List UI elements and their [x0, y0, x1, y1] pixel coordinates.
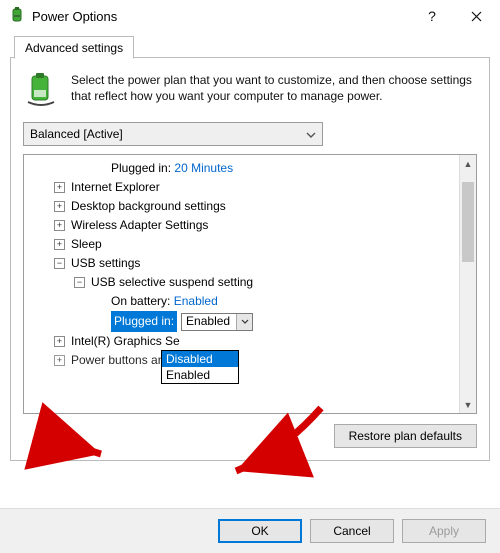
plugged-in-dropdown[interactable]: Disabled Enabled [161, 350, 239, 384]
chevron-down-icon[interactable] [236, 314, 252, 330]
dropdown-option-enabled[interactable]: Enabled [162, 367, 238, 383]
window-title: Power Options [32, 9, 410, 24]
tree-truncated-top: + Plugged in: 20 Minutes [24, 159, 459, 178]
tree-item-power-buttons[interactable]: + Power buttons and [24, 351, 459, 370]
power-plan-icon [23, 72, 59, 108]
tree-item-usb-settings[interactable]: − USB settings [24, 254, 459, 273]
tree-item-plugged-in[interactable]: + Plugged in: Enabled [24, 311, 459, 332]
tree-item-desktop-background[interactable]: + Desktop background settings [24, 197, 459, 216]
collapse-icon[interactable]: − [54, 258, 65, 269]
tree-scrollbar[interactable]: ▲ ▼ [459, 155, 476, 413]
scroll-down-icon[interactable]: ▼ [460, 396, 476, 413]
expand-icon[interactable]: + [54, 336, 65, 347]
ok-button[interactable]: OK [218, 519, 302, 543]
tree-value-on-battery[interactable]: Enabled [174, 292, 218, 311]
dialog-button-row: OK Cancel Apply [0, 508, 500, 553]
power-plan-selected: Balanced [Active] [30, 127, 123, 141]
plugged-in-value: Enabled [182, 312, 236, 331]
tree-item-intel-graphics[interactable]: + Intel(R) Graphics Se [24, 332, 459, 351]
expand-icon[interactable]: + [54, 355, 65, 366]
close-button[interactable] [454, 1, 498, 31]
tree-label-plugged-in: Plugged in: [111, 311, 177, 332]
scroll-up-icon[interactable]: ▲ [460, 155, 476, 172]
tree-item-sleep[interactable]: + Sleep [24, 235, 459, 254]
expand-icon[interactable]: + [54, 201, 65, 212]
collapse-icon[interactable]: − [74, 277, 85, 288]
tree-value-minutes[interactable]: 20 Minutes [174, 159, 233, 178]
plugged-in-combo[interactable]: Enabled [181, 313, 253, 331]
power-plan-select[interactable]: Balanced [Active] [23, 122, 323, 146]
scroll-track[interactable] [460, 172, 476, 396]
scroll-thumb[interactable] [462, 182, 474, 262]
tree-item-on-battery[interactable]: + On battery: Enabled [24, 292, 459, 311]
restore-defaults-button[interactable]: Restore plan defaults [334, 424, 477, 448]
dropdown-option-disabled[interactable]: Disabled [162, 351, 238, 367]
app-icon [8, 7, 26, 25]
tree-item-usb-selective-suspend[interactable]: − USB selective suspend setting [24, 273, 459, 292]
tree-item-ie[interactable]: + Internet Explorer [24, 178, 459, 197]
cancel-button[interactable]: Cancel [310, 519, 394, 543]
tab-strip: Advanced settings [10, 32, 490, 58]
intro-row: Select the power plan that you want to c… [23, 72, 477, 108]
titlebar: Power Options ? [0, 0, 500, 32]
expand-icon[interactable]: + [54, 182, 65, 193]
tab-advanced-settings[interactable]: Advanced settings [14, 36, 134, 59]
help-button[interactable]: ? [410, 1, 454, 31]
expand-icon[interactable]: + [54, 220, 65, 231]
chevron-down-icon [306, 127, 316, 141]
tab-panel: Select the power plan that you want to c… [10, 57, 490, 461]
tree-item-wireless-adapter[interactable]: + Wireless Adapter Settings [24, 216, 459, 235]
apply-button[interactable]: Apply [402, 519, 486, 543]
settings-tree: + Plugged in: 20 Minutes + Internet Expl… [23, 154, 477, 414]
intro-text: Select the power plan that you want to c… [71, 72, 477, 108]
expand-icon[interactable]: + [54, 239, 65, 250]
